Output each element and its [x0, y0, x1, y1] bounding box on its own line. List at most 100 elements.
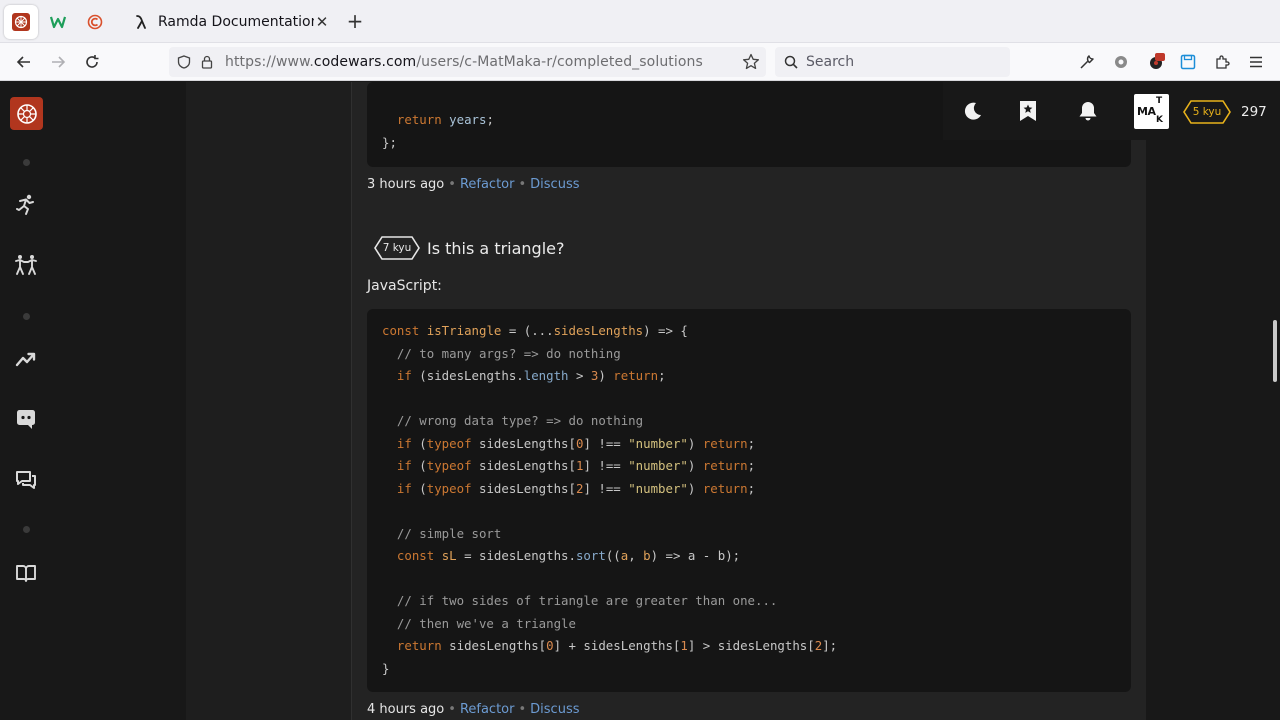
url-bar[interactable]: https://www.codewars.com/users/c-MatMaka…	[169, 47, 766, 77]
pinned-tab-circle[interactable]	[78, 5, 112, 39]
code-token: 1	[680, 638, 688, 653]
nav-clans[interactable]	[14, 253, 38, 277]
new-tab-button[interactable]: +	[344, 9, 366, 33]
arrow-left-icon	[16, 56, 30, 68]
refactor-link[interactable]: Refactor	[460, 702, 515, 717]
forward-button[interactable]	[46, 50, 70, 74]
code-line: const isTriangle = (...sidesLengths) => …	[382, 322, 688, 340]
bookmark-star-icon	[1020, 101, 1036, 121]
code-token: ];	[822, 638, 838, 653]
kata-title-link[interactable]: Is this a triangle?	[427, 239, 565, 258]
code-token: return	[702, 458, 748, 473]
tab-ramda-documentation[interactable]: Ramda Documentation ✕	[124, 5, 340, 39]
avatar-letter: K	[1156, 115, 1163, 125]
nav-docs[interactable]	[14, 561, 38, 585]
url-path: /users/c-MatMaka-r/completed_solutions	[416, 54, 703, 70]
code-token: ] !==	[583, 480, 629, 496]
code-token: typeof	[426, 435, 472, 451]
code-token: ;	[747, 458, 756, 473]
code-token: )	[687, 435, 703, 451]
code-token: 0	[546, 638, 554, 653]
w-green-icon	[50, 16, 66, 29]
code-token: typeof	[426, 480, 472, 496]
code-token: (sidesLengths.	[411, 368, 524, 383]
nav-practice[interactable]	[14, 193, 38, 217]
url-text[interactable]: https://www.codewars.com/users/c-MatMaka…	[225, 54, 703, 70]
reload-icon	[86, 55, 99, 68]
code-token: "number"	[628, 480, 688, 496]
back-button[interactable]	[12, 50, 36, 74]
menu-hamburger-icon[interactable]	[1246, 52, 1266, 72]
nav-divider-dot	[23, 313, 30, 320]
user-topbar: T MA K 5 kyu 297	[943, 82, 1280, 140]
tab-close-icon[interactable]: ✕	[314, 13, 330, 31]
bookmark-star-icon[interactable]	[742, 53, 760, 71]
code-token: ] > sidesLengths[	[687, 638, 815, 653]
user-rank-badge[interactable]: 5 kyu	[1183, 100, 1231, 124]
code-token: sidesLengths[	[471, 435, 576, 451]
discuss-link[interactable]: Discuss	[530, 702, 579, 717]
discuss-link[interactable]: Discuss	[530, 177, 579, 192]
dark-mode-toggle[interactable]	[959, 98, 985, 124]
search-placeholder: Search	[806, 54, 855, 70]
user-avatar[interactable]: T MA K	[1134, 94, 1169, 129]
pinned-tab-wiki[interactable]	[41, 5, 75, 39]
code-line: // to many args? => do nothing	[382, 345, 621, 363]
search-bar[interactable]: Search	[775, 47, 1010, 77]
code-token: length	[523, 368, 569, 383]
code-token: ;	[486, 112, 494, 127]
code-line: return years;	[382, 111, 494, 129]
refactor-link[interactable]: Refactor	[460, 177, 515, 192]
code-token: // if two sides of triangle are greater …	[382, 593, 778, 608]
shield-icon[interactable]	[176, 54, 192, 70]
code-token: b	[643, 548, 651, 563]
code-token: ,	[628, 548, 644, 563]
code-line: if (typeof sidesLengths[2] !== "number")…	[382, 480, 755, 498]
left-navigation	[0, 82, 53, 720]
solution-time: 4 hours ago	[367, 702, 445, 717]
arrow-right-icon	[52, 56, 66, 68]
avatar-letter: MA	[1137, 105, 1156, 118]
browser-nav-bar: https://www.codewars.com/users/c-MatMaka…	[0, 43, 1280, 81]
runner-icon	[16, 194, 34, 215]
nav-leaderboards[interactable]	[14, 347, 38, 371]
extensions-puzzle-icon[interactable]	[1212, 52, 1232, 72]
code-token: const	[382, 323, 427, 338]
language-label: JavaScript:	[367, 278, 442, 294]
nav-discord[interactable]	[14, 407, 38, 431]
nav-divider-dot	[23, 526, 30, 533]
code-token: sL	[441, 548, 457, 563]
pinned-tab-codewars[interactable]	[4, 5, 38, 39]
moon-icon	[964, 102, 981, 120]
code-token: return	[613, 368, 659, 383]
code-token: sidesLengths	[553, 323, 644, 338]
code-line: }	[382, 660, 389, 678]
code-token: sidesLengths[	[441, 638, 547, 653]
url-host: codewars.com	[313, 54, 417, 70]
code-token: // then we've a triangle	[382, 615, 576, 631]
notifications-button[interactable]	[1075, 98, 1101, 124]
user-rank: 5 kyu	[1192, 106, 1222, 118]
codewars-logo[interactable]	[10, 97, 43, 130]
extension-gear-icon[interactable]	[1111, 52, 1131, 72]
nav-discussions[interactable]	[14, 468, 38, 492]
trending-up-icon	[15, 352, 36, 367]
save-disk-icon[interactable]	[1178, 52, 1198, 72]
extension-alert-icon[interactable]	[1146, 52, 1166, 72]
code-token: >	[568, 368, 591, 383]
code-token: ] !==	[583, 458, 629, 473]
lock-icon[interactable]	[199, 54, 215, 70]
bookmarks-button[interactable]	[1015, 98, 1041, 124]
browser-tab-bar: Ramda Documentation ✕ +	[0, 0, 1280, 43]
codewars-logo-icon	[16, 103, 37, 124]
right-gutter	[1146, 82, 1280, 720]
code-line: if (typeof sidesLengths[0] !== "number")…	[382, 435, 755, 453]
reload-button[interactable]	[80, 50, 104, 74]
page-scrollbar[interactable]	[1273, 320, 1277, 382]
solution-time: 3 hours ago	[367, 177, 445, 192]
code-token: }	[382, 660, 390, 676]
wrench-icon[interactable]	[1077, 52, 1097, 72]
honor-score[interactable]: 297	[1241, 104, 1267, 120]
code-token: // wrong data type? => do nothing	[382, 413, 644, 428]
